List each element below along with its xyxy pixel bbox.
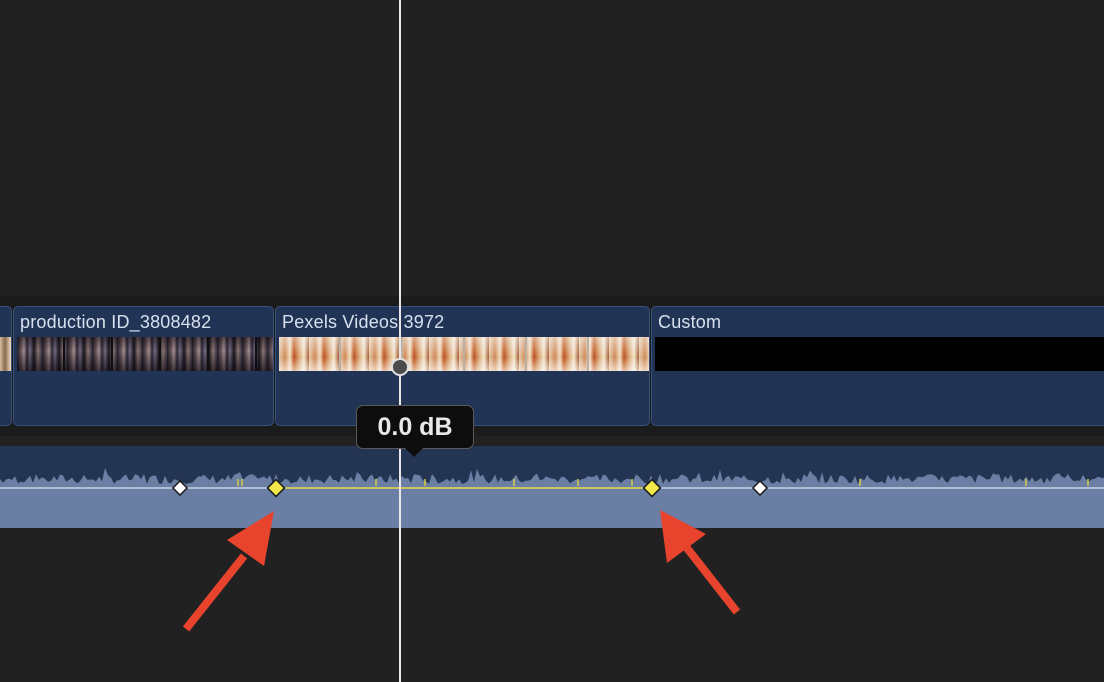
skimmer-handle[interactable] [391, 358, 409, 376]
volume-tooltip: 0.0 dB [356, 405, 474, 449]
clip-title: Pexels Videos 3972 [282, 312, 445, 332]
clip-title: Custom [658, 312, 722, 332]
waveform-shape [0, 468, 1104, 528]
clip-filmstrip [0, 337, 11, 371]
annotation-arrow-left [182, 511, 274, 632]
tooltip-pointer [405, 448, 423, 457]
clip-previous[interactable] [0, 306, 12, 426]
audio-waveform[interactable] [0, 446, 1104, 528]
clip-production-id-3808482[interactable]: production ID_3808482 [13, 306, 274, 426]
clip-filmstrip [279, 337, 649, 371]
volume-value: 0.0 dB [377, 412, 453, 441]
clip-title: production ID_3808482 [20, 312, 212, 332]
viewer-empty-area [0, 0, 1104, 296]
clip-custom[interactable]: Custom [651, 306, 1104, 426]
playhead[interactable] [399, 0, 401, 682]
clip-filmstrip [655, 337, 1104, 371]
clip-filmstrip [17, 337, 273, 371]
